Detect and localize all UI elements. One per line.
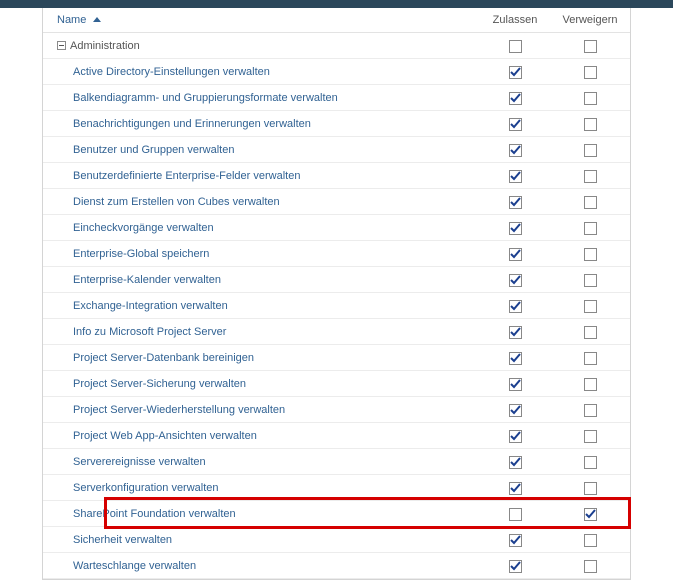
group-row-administration: Administration (43, 33, 630, 59)
permission-row: Dienst zum Erstellen von Cubes verwalten (43, 189, 630, 215)
deny-checkbox[interactable] (584, 352, 597, 365)
group-deny-checkbox[interactable] (584, 40, 597, 53)
column-header-name[interactable]: Name (43, 8, 480, 33)
column-header-deny-label: Verweigern (562, 14, 617, 26)
permission-row: Balkendiagramm- und Gruppierungsformate … (43, 85, 630, 111)
allow-checkbox[interactable] (509, 326, 522, 339)
deny-checkbox[interactable] (584, 248, 597, 261)
column-header-name-label: Name (57, 14, 86, 26)
deny-checkbox[interactable] (584, 274, 597, 287)
allow-checkbox[interactable] (509, 430, 522, 443)
permission-row: Enterprise-Kalender verwalten (43, 267, 630, 293)
permission-row: Active Directory-Einstellungen verwalten (43, 59, 630, 85)
column-header-allow[interactable]: Zulassen (480, 8, 550, 33)
permission-label[interactable]: Active Directory-Einstellungen verwalten (73, 66, 270, 78)
allow-checkbox[interactable] (509, 222, 522, 235)
deny-checkbox[interactable] (584, 378, 597, 391)
allow-checkbox[interactable] (509, 378, 522, 391)
permission-row: Info zu Microsoft Project Server (43, 319, 630, 345)
permission-label[interactable]: Dienst zum Erstellen von Cubes verwalten (73, 196, 280, 208)
permissions-grid-panel: Name Zulassen Verweigern Administration A… (42, 8, 631, 580)
permission-label[interactable]: Exchange-Integration verwalten (73, 300, 228, 312)
group-label[interactable]: Administration (70, 40, 140, 52)
allow-checkbox[interactable] (509, 456, 522, 469)
permission-label[interactable]: Benutzer und Gruppen verwalten (73, 144, 234, 156)
permission-row: Eincheckvorgänge verwalten (43, 215, 630, 241)
permission-row: Benutzerdefinierte Enterprise-Felder ver… (43, 163, 630, 189)
deny-checkbox[interactable] (584, 170, 597, 183)
deny-checkbox[interactable] (584, 430, 597, 443)
column-header-allow-label: Zulassen (493, 14, 538, 26)
permission-row: Warteschlange verwalten (43, 553, 630, 579)
permission-row: Serverkonfiguration verwalten (43, 475, 630, 501)
window-titlebar (0, 0, 673, 8)
permission-label[interactable]: Sicherheit verwalten (73, 534, 172, 546)
deny-checkbox[interactable] (584, 118, 597, 131)
allow-checkbox[interactable] (509, 66, 522, 79)
collapse-icon[interactable] (57, 41, 66, 50)
deny-checkbox[interactable] (584, 196, 597, 209)
allow-checkbox[interactable] (509, 300, 522, 313)
permission-label[interactable]: Benachrichtigungen und Erinnerungen verw… (73, 118, 311, 130)
column-header-deny[interactable]: Verweigern (550, 8, 630, 33)
permission-label[interactable]: Benutzerdefinierte Enterprise-Felder ver… (73, 170, 300, 182)
grid-header-row: Name Zulassen Verweigern (43, 8, 630, 33)
group-allow-checkbox[interactable] (509, 40, 522, 53)
deny-checkbox[interactable] (584, 92, 597, 105)
deny-checkbox[interactable] (584, 560, 597, 573)
permission-label[interactable]: Serverkonfiguration verwalten (73, 482, 219, 494)
allow-checkbox[interactable] (509, 534, 522, 547)
deny-checkbox[interactable] (584, 222, 597, 235)
permission-row: Project Server-Wiederherstellung verwalt… (43, 397, 630, 423)
permission-row: Sicherheit verwalten (43, 527, 630, 553)
permission-row: Serverereignisse verwalten (43, 449, 630, 475)
permission-row: Benachrichtigungen und Erinnerungen verw… (43, 111, 630, 137)
permission-row: Enterprise-Global speichern (43, 241, 630, 267)
allow-checkbox[interactable] (509, 92, 522, 105)
permission-label[interactable]: Project Web App-Ansichten verwalten (73, 430, 257, 442)
allow-checkbox[interactable] (509, 560, 522, 573)
allow-checkbox[interactable] (509, 248, 522, 261)
permissions-grid: Name Zulassen Verweigern Administration A… (43, 8, 630, 579)
permission-row: SharePoint Foundation verwalten (43, 501, 630, 527)
deny-checkbox[interactable] (584, 534, 597, 547)
permission-label[interactable]: Serverereignisse verwalten (73, 456, 206, 468)
sort-asc-icon (93, 17, 101, 22)
deny-checkbox[interactable] (584, 300, 597, 313)
permission-label[interactable]: Enterprise-Kalender verwalten (73, 274, 221, 286)
permission-label[interactable]: Project Server-Wiederherstellung verwalt… (73, 404, 285, 416)
permission-row: Project Server-Datenbank bereinigen (43, 345, 630, 371)
permission-label[interactable]: Balkendiagramm- und Gruppierungsformate … (73, 92, 338, 104)
permission-label[interactable]: Info zu Microsoft Project Server (73, 326, 226, 338)
permission-label[interactable]: Project Server-Sicherung verwalten (73, 378, 246, 390)
allow-checkbox[interactable] (509, 482, 522, 495)
permission-label[interactable]: Warteschlange verwalten (73, 560, 196, 572)
deny-checkbox[interactable] (584, 508, 597, 521)
permission-row: Benutzer und Gruppen verwalten (43, 137, 630, 163)
permission-label[interactable]: Enterprise-Global speichern (73, 248, 209, 260)
allow-checkbox[interactable] (509, 196, 522, 209)
deny-checkbox[interactable] (584, 456, 597, 469)
allow-checkbox[interactable] (509, 352, 522, 365)
deny-checkbox[interactable] (584, 482, 597, 495)
permission-label[interactable]: SharePoint Foundation verwalten (73, 508, 236, 520)
allow-checkbox[interactable] (509, 274, 522, 287)
allow-checkbox[interactable] (509, 118, 522, 131)
deny-checkbox[interactable] (584, 404, 597, 417)
allow-checkbox[interactable] (509, 508, 522, 521)
permission-label[interactable]: Eincheckvorgänge verwalten (73, 222, 214, 234)
deny-checkbox[interactable] (584, 66, 597, 79)
permission-label[interactable]: Project Server-Datenbank bereinigen (73, 352, 254, 364)
permission-row: Project Server-Sicherung verwalten (43, 371, 630, 397)
allow-checkbox[interactable] (509, 144, 522, 157)
permission-row: Exchange-Integration verwalten (43, 293, 630, 319)
allow-checkbox[interactable] (509, 404, 522, 417)
deny-checkbox[interactable] (584, 144, 597, 157)
allow-checkbox[interactable] (509, 170, 522, 183)
deny-checkbox[interactable] (584, 326, 597, 339)
permission-row: Project Web App-Ansichten verwalten (43, 423, 630, 449)
